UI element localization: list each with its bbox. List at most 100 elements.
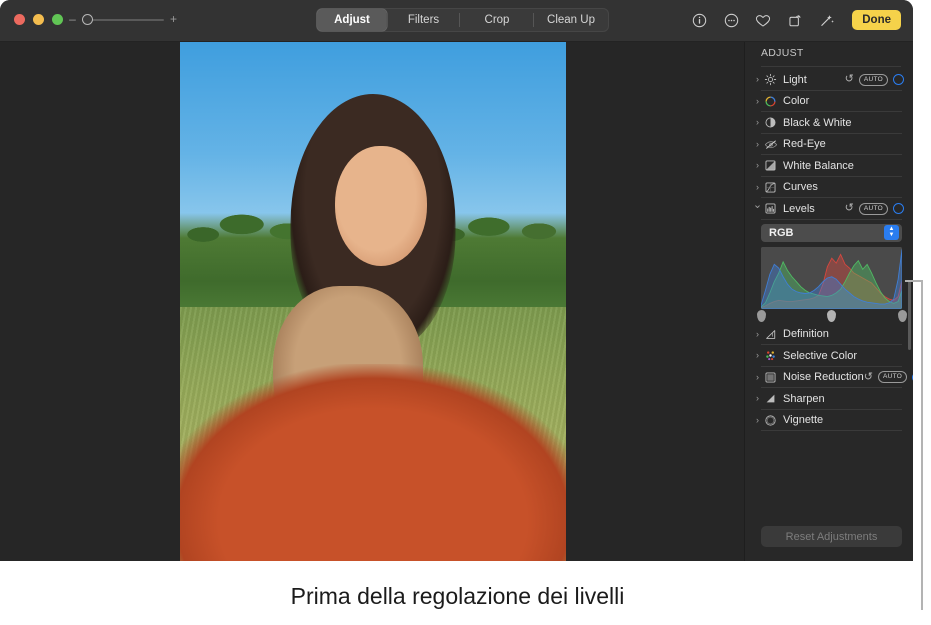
tab-clean-up[interactable]: Clean Up	[534, 9, 608, 31]
chevron-right-icon[interactable]: ›	[752, 161, 763, 170]
reset-adjustments-button[interactable]: Reset Adjustments	[761, 526, 902, 547]
adjustment-row-label: Red-Eye	[783, 138, 826, 150]
adjustment-row-label: Noise Reduction	[783, 371, 864, 383]
handle-shape	[898, 310, 907, 322]
photo-subject-face	[335, 146, 427, 266]
chevron-right-icon[interactable]: ›	[752, 75, 763, 84]
adjustment-row-label: Sharpen	[783, 393, 825, 405]
zoom-slider-line	[82, 19, 164, 21]
adjustment-rows-top: ›Light↺AUTO›Color›Black & White›Red-Eye›…	[745, 69, 913, 431]
adjustment-row-noise-reduction[interactable]: › Noise Reduction↺ AUTO	[745, 367, 913, 389]
chevron-right-icon[interactable]: ›	[752, 140, 763, 149]
adjustment-row-selective-color[interactable]: › Selective Color	[745, 345, 913, 367]
adjustment-row-white-balance[interactable]: ›White Balance	[745, 155, 913, 177]
reset-undo-icon[interactable]: ↺	[845, 74, 854, 85]
adjustment-row-label: Color	[783, 95, 809, 107]
levels-histogram-wrap	[761, 247, 902, 324]
adjustment-row-sharpen[interactable]: › Sharpen	[745, 388, 913, 410]
more-options-icon[interactable]	[722, 11, 740, 29]
adjustment-enable-toggle[interactable]	[912, 372, 913, 383]
chevron-right-icon[interactable]: ›	[752, 394, 763, 403]
adjustment-row-black-white[interactable]: › Black & White	[745, 112, 913, 134]
chevron-right-icon[interactable]: ›	[752, 183, 763, 192]
zoom-slider-control[interactable]: – +	[68, 14, 178, 25]
levels-panel: RGB ▲▼	[745, 224, 913, 324]
tab-adjust-label: Adjust	[334, 14, 370, 26]
chevron-right-icon[interactable]: ›	[752, 351, 763, 360]
eye-slash-icon	[763, 137, 778, 152]
close-window-button[interactable]	[14, 14, 25, 25]
adjustment-row-label: Curves	[783, 181, 818, 193]
adjustment-row-label: Black & White	[783, 117, 851, 129]
chevron-right-icon[interactable]: ›	[752, 373, 763, 382]
favorite-heart-icon[interactable]	[754, 11, 772, 29]
figure-caption: Prima della regolazione dei livelli	[0, 583, 915, 610]
sharpen-icon	[763, 391, 778, 406]
done-button[interactable]: Done	[852, 10, 901, 30]
chevron-updown-icon[interactable]: ▲▼	[884, 225, 899, 240]
adjustment-row-color[interactable]: › Color	[745, 91, 913, 113]
zoom-in-icon[interactable]: +	[169, 14, 178, 25]
reset-undo-icon[interactable]: ↺	[864, 372, 873, 383]
chevron-right-icon[interactable]: ›	[752, 97, 763, 106]
tab-adjust[interactable]: Adjust	[317, 9, 387, 31]
adjustment-row-curves[interactable]: › Curves	[745, 177, 913, 199]
chevron-right-icon[interactable]: ›	[752, 118, 763, 127]
auto-button[interactable]: AUTO	[859, 203, 888, 215]
minimize-window-button[interactable]	[33, 14, 44, 25]
photo-preview-image[interactable]	[180, 42, 566, 561]
adjustment-row-vignette[interactable]: › Vignette	[745, 410, 913, 432]
adjustment-row-levels[interactable]: ⌄ Levels ↺ AUTO	[745, 198, 913, 220]
auto-enhance-wand-icon[interactable]	[818, 11, 836, 29]
chevron-down-icon[interactable]: ⌄	[752, 201, 763, 210]
white-point-handle[interactable]	[898, 310, 907, 322]
levels-handles	[761, 310, 902, 324]
adjustment-row-red-eye[interactable]: › Red-Eye	[745, 134, 913, 156]
zoom-out-icon[interactable]: –	[68, 14, 77, 25]
adjustment-enable-toggle[interactable]	[893, 74, 904, 85]
auto-button[interactable]: AUTO	[859, 74, 888, 86]
photo-subject-shirt	[180, 364, 566, 561]
rotate-icon[interactable]	[786, 11, 804, 29]
adjustment-row-definition[interactable]: › Definition	[745, 324, 913, 346]
white-balance-icon	[763, 158, 778, 173]
tab-crop[interactable]: Crop	[460, 9, 534, 31]
adjustment-row-light[interactable]: › Light ↺ AUTO	[745, 69, 913, 91]
handle-shape	[757, 310, 766, 322]
adjustment-enable-toggle[interactable]	[893, 203, 904, 214]
zoom-window-button[interactable]	[52, 14, 63, 25]
sidebar-scrollbar[interactable]	[908, 280, 911, 350]
adjustment-row-label: Definition	[783, 328, 829, 340]
adjustment-row-controls: ↺ AUTO	[864, 371, 913, 383]
definition-icon	[763, 327, 778, 342]
selective-color-icon	[763, 348, 778, 363]
tab-crop-label: Crop	[485, 14, 510, 26]
adjustment-row-label: Light	[783, 74, 807, 86]
zoom-slider-track[interactable]	[82, 14, 164, 25]
adjustment-row-label: Selective Color	[783, 350, 857, 362]
photo-canvas	[0, 42, 744, 561]
levels-channel-value: RGB	[769, 227, 793, 239]
brightness-icon	[763, 72, 778, 87]
window-titlebar: – + Adjust Filters Crop	[0, 0, 913, 42]
tab-clean-up-label: Clean Up	[547, 14, 595, 26]
vignette-icon	[763, 413, 778, 428]
tab-filters[interactable]: Filters	[387, 9, 460, 31]
inspector-title-divider	[761, 66, 901, 67]
zoom-slider-knob[interactable]	[82, 14, 93, 25]
chevron-right-icon[interactable]: ›	[752, 330, 763, 339]
editor-mode-tabs: Adjust Filters Crop Clean Up	[316, 8, 609, 32]
adjustment-row-label: Levels	[783, 203, 815, 215]
midpoint-handle[interactable]	[827, 310, 836, 322]
black-point-handle[interactable]	[757, 310, 766, 322]
levels-channel-select[interactable]: RGB ▲▼	[761, 224, 902, 242]
adjustment-row-label: Vignette	[783, 414, 823, 426]
reset-undo-icon[interactable]: ↺	[845, 203, 854, 214]
chevron-right-icon[interactable]: ›	[752, 416, 763, 425]
levels-histogram	[761, 247, 902, 309]
info-icon[interactable]	[690, 11, 708, 29]
auto-button[interactable]: AUTO	[878, 371, 907, 383]
photos-editor-window: – + Adjust Filters Crop	[0, 0, 913, 561]
toolbar-actions: Done	[690, 8, 901, 32]
levels-icon	[763, 201, 778, 216]
